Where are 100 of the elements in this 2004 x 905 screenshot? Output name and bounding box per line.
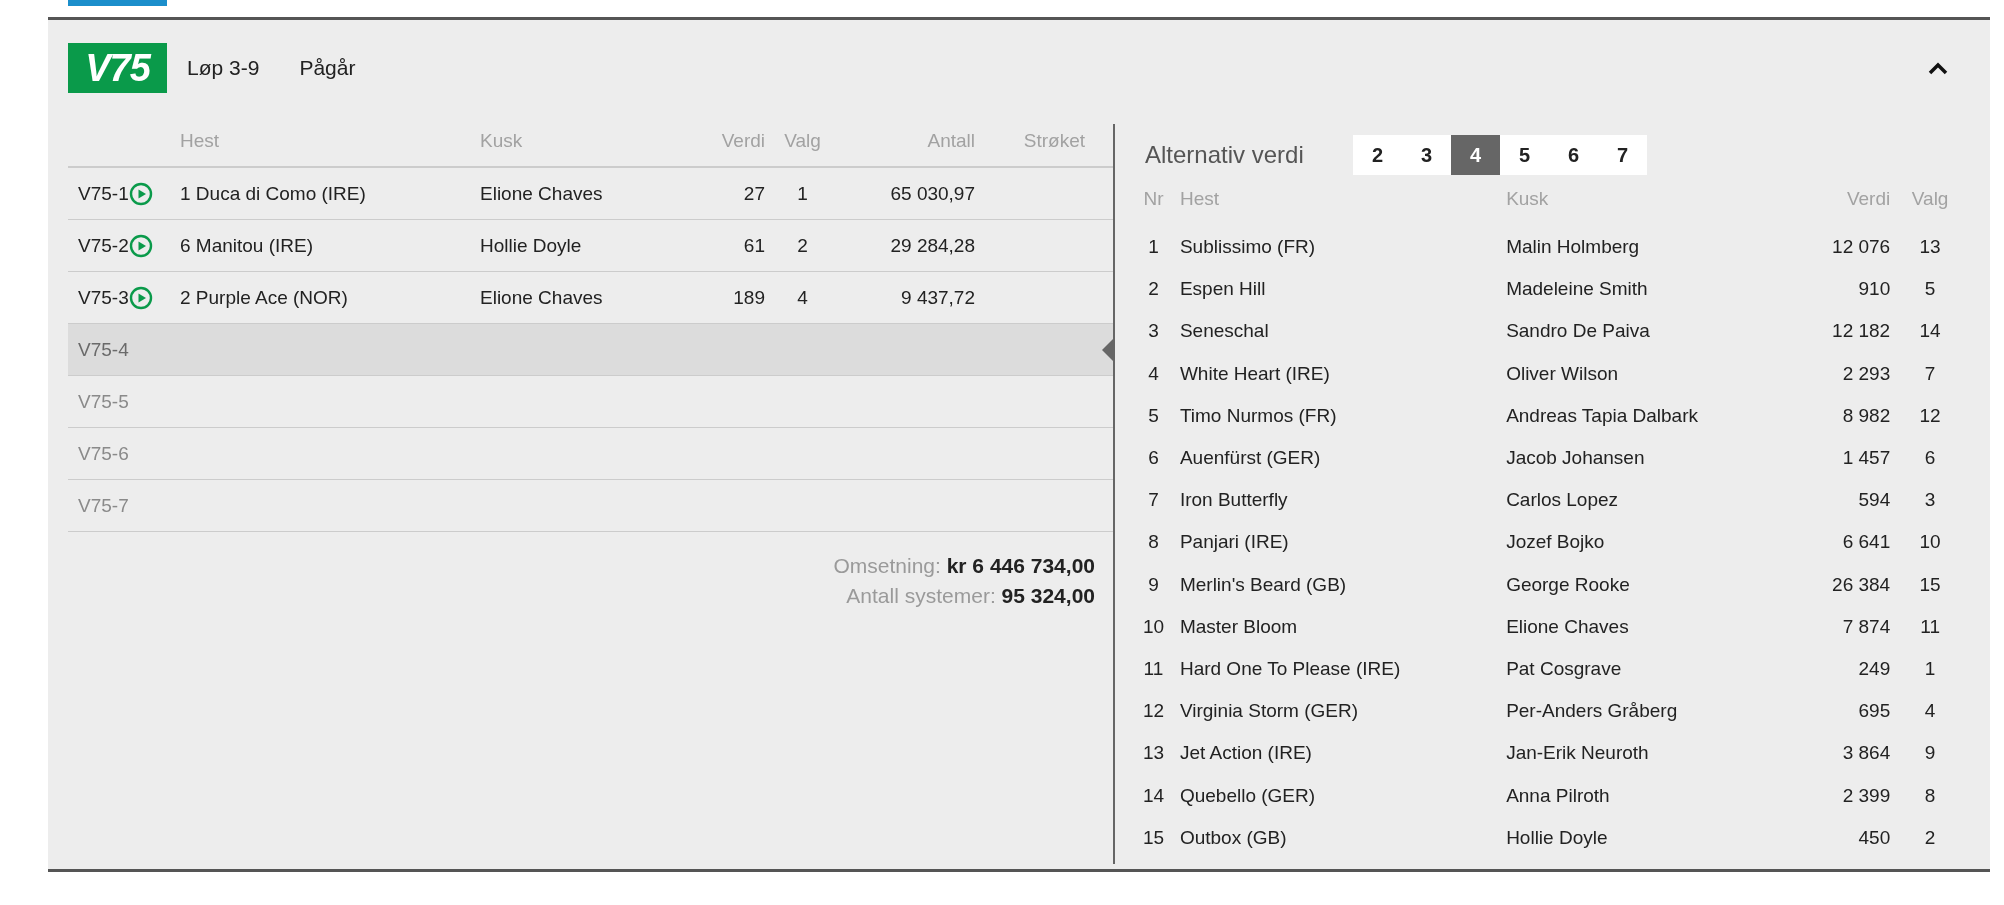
table-cell-text: 5: [1147, 404, 1160, 427]
v75-logo: V75: [68, 43, 167, 93]
table-cell-text: Iron Butterfly: [1178, 489, 1289, 512]
table-cell-text: Virginia Storm (GER): [1178, 700, 1359, 723]
table-cell-text: Merlin's Beard (GB): [1178, 573, 1348, 596]
table-cell-text: 1 457: [1841, 447, 1891, 470]
table-cell-text: 11: [1142, 657, 1165, 680]
column-header: Hest: [180, 130, 221, 152]
table-cell-text: 2 293: [1841, 362, 1891, 385]
count-cell-text: 9 437,72: [900, 286, 975, 309]
collapse-icon[interactable]: [1928, 61, 1948, 75]
table-cell-text: Carlos Lopez: [1506, 489, 1620, 512]
table-cell-text: 5: [1923, 278, 1937, 301]
choice-cell-text: 1: [796, 182, 809, 205]
table-cell-text: Hollie Doyle: [1506, 826, 1609, 849]
table-cell-text: Panjari (IRE): [1178, 531, 1290, 554]
column-header: Valg: [1910, 188, 1950, 210]
table-cell-text: Malin Holmberg: [1506, 236, 1641, 259]
table-cell-text: Jet Action (IRE): [1178, 742, 1313, 765]
table-cell-text: 15: [1141, 826, 1165, 849]
table-cell-text: 2 399: [1841, 784, 1891, 807]
table-cell-text: 4: [1147, 362, 1160, 385]
column-header: Verdi: [720, 130, 765, 152]
value-cell-text: 61: [742, 234, 765, 257]
play-icon[interactable]: [128, 285, 153, 310]
table-cell-text: Sandro De Paiva: [1506, 320, 1651, 343]
table-cell-text: Jan-Erik Neuroth: [1506, 742, 1650, 765]
table-cell-text: 3 864: [1841, 742, 1891, 765]
table-cell-text: Quebello (GER): [1178, 784, 1317, 807]
table-cell-text: Outbox (GB): [1178, 826, 1288, 849]
leg-label: V75-7: [78, 494, 129, 517]
value-tab[interactable]: 4: [1451, 135, 1500, 175]
table-cell-text: 12 182: [1831, 320, 1891, 343]
table-cell-text: 4: [1923, 700, 1937, 723]
count-cell-text: 29 284,28: [889, 234, 975, 257]
table-cell-text: 6: [1147, 447, 1160, 470]
table-cell-text: Auenfürst (GER): [1178, 447, 1322, 470]
column-header: Verdi: [1845, 188, 1891, 210]
table-cell-text: 12 076: [1831, 236, 1891, 259]
table-cell-text: Elione Chaves: [1506, 615, 1630, 638]
table-cell-text: 594: [1857, 489, 1891, 512]
column-header: Antall: [926, 130, 975, 152]
count-cell-text: 65 030,97: [889, 182, 975, 205]
table-cell-text: 3: [1923, 489, 1937, 512]
table-cell-text: George Rooke: [1506, 573, 1631, 596]
horse-name: 2 Purple Ace (NOR): [180, 286, 349, 309]
race-leg-row[interactable]: V75-1 1 Duca di Como (IRE) Elione Chaves 27 1 65 030,97: [68, 168, 1113, 220]
table-cell-text: 7: [1923, 362, 1937, 385]
driver-name: Elione Chaves: [480, 182, 604, 205]
value-cell-text: 189: [732, 286, 765, 309]
table-cell-text: Oliver Wilson: [1506, 362, 1620, 385]
column-header: Strøket: [1022, 130, 1085, 152]
table-cell-text: 10: [1141, 615, 1165, 638]
table-cell-text: 9: [1147, 573, 1160, 596]
table-cell-text: 9: [1923, 742, 1937, 765]
table-cell-text: Sublissimo (FR): [1178, 236, 1317, 259]
table-cell-text: White Heart (IRE): [1178, 362, 1331, 385]
leg-label: V75-4: [78, 338, 129, 361]
table-cell-text: 1: [1147, 236, 1160, 259]
leg-label: V75-6: [78, 442, 129, 465]
play-icon[interactable]: [128, 181, 153, 206]
play-icon[interactable]: [128, 233, 153, 258]
table-cell-text: 695: [1857, 700, 1891, 723]
table-cell-text: Master Bloom: [1178, 615, 1299, 638]
table-cell-text: 450: [1857, 826, 1891, 849]
horse-name: 1 Duca di Como (IRE): [180, 182, 367, 205]
table-cell-text: Espen Hill: [1178, 278, 1267, 301]
table-cell-text: 2: [1147, 278, 1160, 301]
choice-cell-text: 4: [796, 286, 809, 309]
table-cell-text: Anna Pilroth: [1506, 784, 1611, 807]
table-cell-text: 13: [1918, 236, 1942, 259]
table-cell-text: Jozef Bojko: [1506, 531, 1606, 554]
column-header: Nr: [1142, 188, 1165, 210]
race-leg-row[interactable]: V75-4: [68, 324, 1113, 376]
table-cell-text: 8: [1923, 784, 1937, 807]
table-cell-text: 6: [1923, 447, 1937, 470]
table-cell-text: 11: [1919, 615, 1941, 638]
table-cell-text: 12: [1141, 700, 1165, 723]
horse-name: 6 Manitou (IRE): [180, 234, 315, 257]
table-cell-text: 2: [1923, 826, 1937, 849]
leg-label: V75-2: [78, 234, 129, 257]
choice-cell-text: 2: [796, 234, 809, 257]
table-cell-text: 26 384: [1831, 573, 1891, 596]
race-range: Løp 3-9: [187, 56, 260, 80]
table-cell-text: 13: [1141, 742, 1165, 765]
table-cell-text: 14: [1141, 784, 1165, 807]
table-cell-text: 12: [1918, 404, 1942, 427]
race-status: Pågår: [299, 56, 356, 80]
leg-label: V75-3: [78, 286, 129, 309]
column-header: Hest: [1178, 188, 1220, 210]
table-cell-text: Timo Nurmos (FR): [1178, 404, 1338, 427]
table-cell-text: 3: [1147, 320, 1160, 343]
total-summary: Omsetning: kr 6 446 734,00: [833, 554, 1095, 578]
table-cell-text: Andreas Tapia Dalbark: [1506, 404, 1699, 427]
race-leg-row[interactable]: V75-2 6 Manitou (IRE) Hollie Doyle 61 2 29 284,28: [68, 220, 1113, 272]
total-summary: Antall systemer: 95 324,00: [846, 584, 1095, 608]
table-cell-text: 7 874: [1841, 615, 1891, 638]
column-header: Kusk: [1506, 188, 1550, 210]
table-cell-text: 10: [1918, 531, 1942, 554]
table-cell-text: 6 641: [1841, 531, 1891, 554]
